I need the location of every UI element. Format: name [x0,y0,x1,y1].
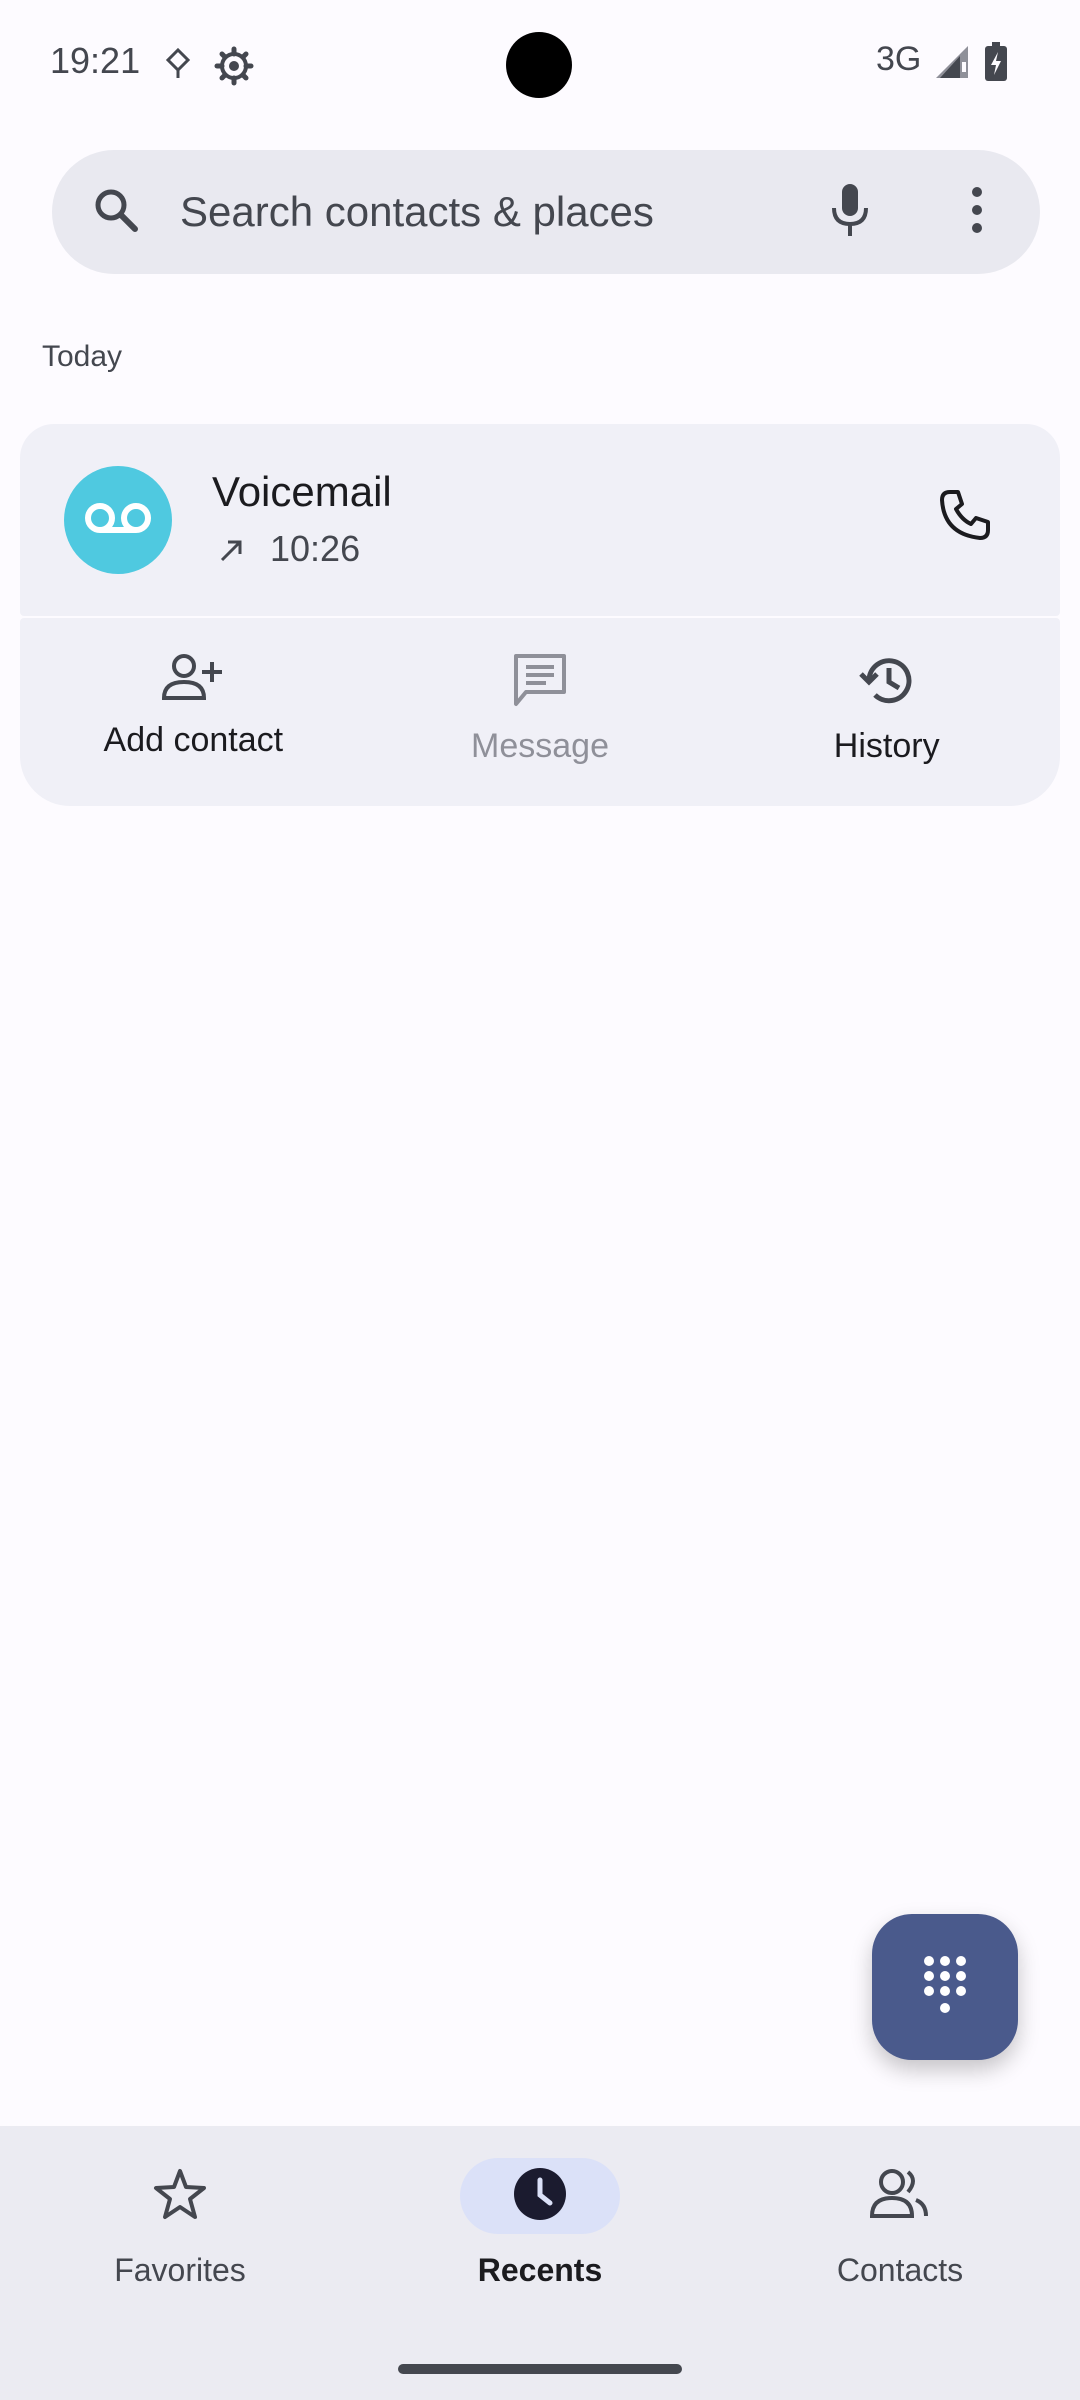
network-type: 3G [876,40,922,78]
mic-icon [830,182,870,243]
nav-label-favorites: Favorites [114,2252,246,2288]
nav-item-recents[interactable]: Recents [360,2126,720,2336]
nav-item-favorites[interactable]: Favorites [0,2126,360,2336]
history-icon [858,652,915,713]
call-time: 10:26 [270,528,361,569]
add-person-icon [162,652,224,707]
contacts-icon [869,2168,930,2225]
voice-search-button[interactable] [786,150,914,274]
message-button[interactable]: Message [367,618,714,806]
nav-pill-contacts [820,2158,980,2234]
search-input[interactable] [180,180,660,244]
home-gesture-handle[interactable] [398,2364,682,2374]
nav-pill-favorites [100,2158,260,2234]
add-contact-label: Add contact [103,721,284,759]
call-button[interactable] [902,454,1028,580]
search-button[interactable] [52,150,180,274]
nav-item-contacts[interactable]: Contacts [720,2126,1080,2336]
contact-name: Voicemail [212,468,392,515]
dialpad-icon [921,1955,969,2020]
nav-label-recents: Recents [477,2252,603,2288]
dialpad-fab[interactable] [872,1914,1018,2060]
status-bar: 19:21 3G [0,0,1080,128]
avatar[interactable] [64,466,172,574]
settings-gear-icon [214,46,254,91]
nav-label-contacts: Contacts [836,2252,964,2288]
phone-icon [938,488,992,547]
status-time: 19:21 [50,40,141,81]
call-actions-row: Add contact Message History [20,618,1060,806]
bottom-navigation: Favorites Recents Contacts [0,2126,1080,2336]
battery-charging-icon [984,42,1008,87]
star-icon [152,2167,208,2226]
signal-icon [934,44,970,85]
history-button[interactable]: History [713,618,1060,806]
search-bar[interactable] [52,150,1040,274]
message-icon [512,652,568,713]
history-label: History [833,727,940,765]
more-vert-icon [971,186,983,239]
data-saver-icon [164,46,192,87]
clock-icon [512,2166,568,2227]
search-icon [91,185,141,240]
more-options-button[interactable] [914,150,1040,274]
add-contact-button[interactable]: Add contact [20,618,367,806]
front-camera [506,32,572,98]
nav-pill-recents [460,2158,620,2234]
call-log-entry[interactable]: Voicemail 10:26 [20,424,1060,616]
section-header-today: Today [42,340,123,373]
message-label: Message [471,727,609,765]
voicemail-icon [83,501,153,540]
gesture-navigation-area [0,2336,1080,2400]
outgoing-call-icon [214,532,250,568]
